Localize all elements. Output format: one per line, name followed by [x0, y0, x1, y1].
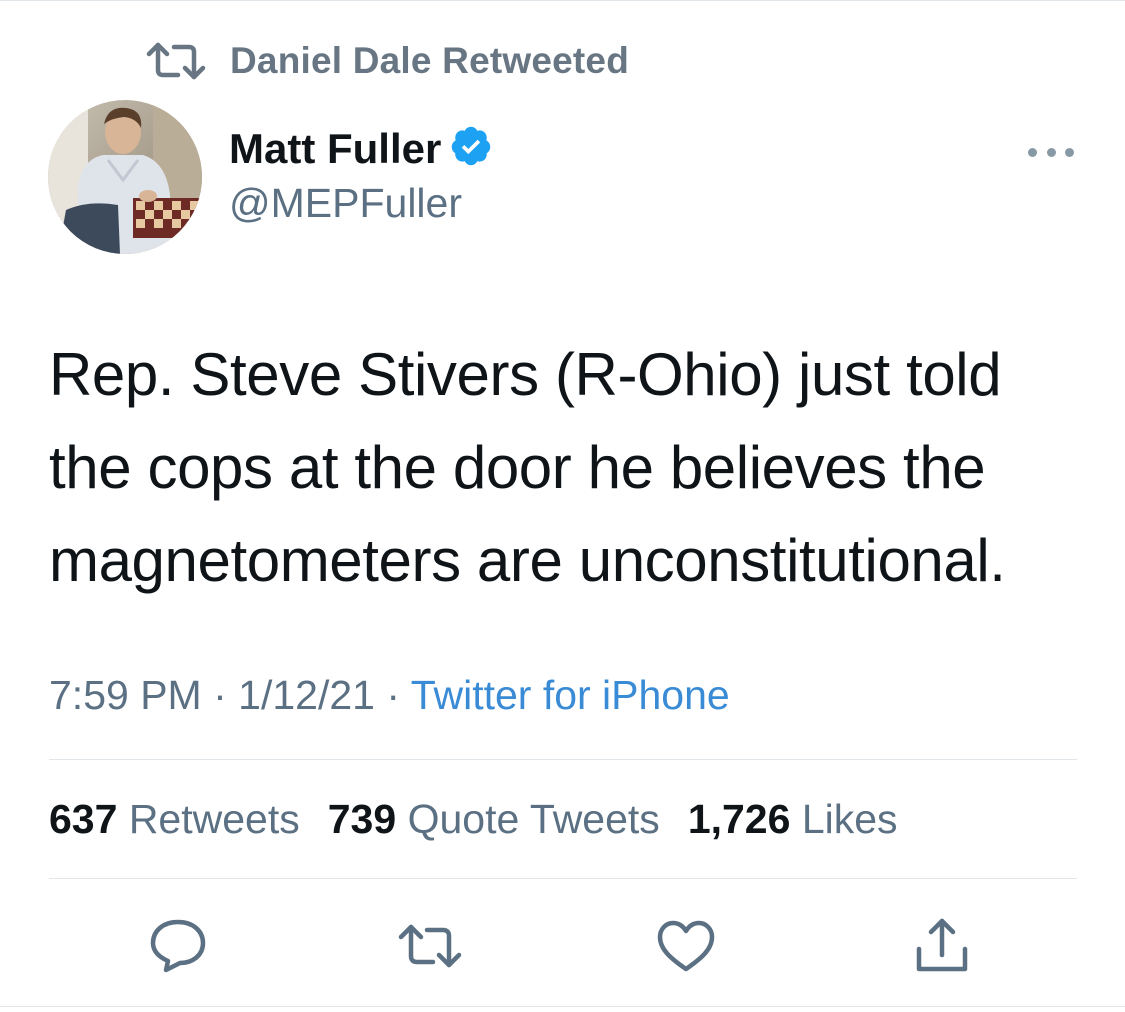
divider [49, 878, 1077, 879]
reply-icon [149, 918, 207, 974]
share-icon [913, 917, 971, 975]
retweets-label: Retweets [128, 796, 300, 842]
more-options-icon[interactable] [1028, 140, 1074, 164]
reply-button[interactable] [146, 914, 210, 978]
tweet-text: Rep. Steve Stivers (R-Ohio) just told th… [49, 341, 1006, 594]
likes-stat[interactable]: 1,726 Likes [688, 796, 898, 843]
retweet-icon [146, 42, 206, 80]
verified-badge-icon [449, 124, 493, 173]
tweet-time[interactable]: 7:59 PM [49, 672, 202, 718]
bottom-border [0, 1006, 1125, 1007]
quote-tweets-label: Quote Tweets [407, 796, 660, 842]
retweet-icon [398, 924, 462, 968]
retweet-button[interactable] [398, 914, 462, 978]
likes-label: Likes [801, 796, 898, 842]
likes-count: 1,726 [687, 796, 791, 842]
share-button[interactable] [910, 914, 974, 978]
author-name-row[interactable]: Matt Fuller [229, 124, 493, 173]
quote-tweets-stat[interactable]: 739 Quote Tweets [328, 796, 660, 843]
avatar[interactable] [48, 100, 202, 254]
retweet-banner[interactable]: Daniel Dale Retweeted [146, 38, 629, 84]
divider [49, 759, 1077, 760]
quote-tweets-count: 739 [327, 796, 397, 842]
like-icon [656, 919, 716, 973]
meta-separator: · [213, 672, 227, 718]
retweets-count: 637 [49, 796, 118, 842]
author-handle[interactable]: @MEPFuller [229, 180, 462, 227]
author-name[interactable]: Matt Fuller [229, 125, 441, 173]
retweets-stat[interactable]: 637 Retweets [49, 796, 300, 843]
top-border [0, 0, 1125, 1]
tweet-meta: 7:59 PM · 1/12/21 · Twitter for iPhone [49, 672, 730, 719]
like-button[interactable] [654, 914, 718, 978]
meta-separator: · [386, 672, 401, 718]
tweet-source-link[interactable]: Twitter for iPhone [411, 672, 730, 718]
retweet-banner-text: Daniel Dale Retweeted [230, 40, 630, 81]
tweet-stats: 637 Retweets 739 Quote Tweets 1,726 Like… [49, 796, 926, 843]
tweet-date[interactable]: 1/12/21 [238, 672, 375, 718]
